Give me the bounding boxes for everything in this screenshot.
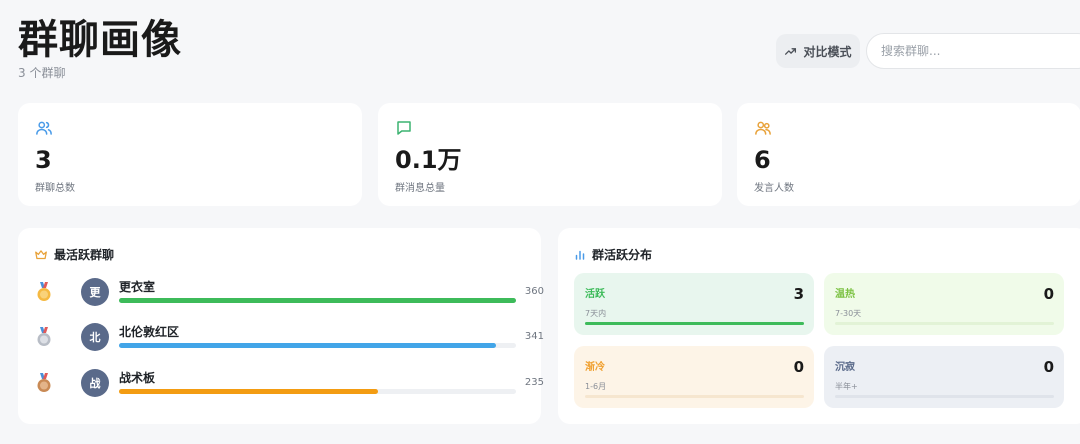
- medal-gold-icon: [37, 282, 51, 301]
- medal-bronze-icon: [37, 373, 51, 392]
- bar-chart-icon: [575, 250, 585, 260]
- medal-silver-icon: [37, 327, 51, 346]
- group-name: 更衣室: [119, 280, 156, 294]
- stat-value: 6: [754, 146, 771, 174]
- activity-bar-fill: [119, 298, 516, 303]
- dist-card-cooling[interactable]: 渐冷 1-6月 0: [574, 346, 814, 408]
- ranking-row[interactable]: 北 北伦敦红区 341: [36, 323, 544, 353]
- most-active-panel: 最活跃群聊 更 更衣室 360 北 北伦敦红区 341 战 战术板 235: [18, 228, 544, 424]
- trending-up-icon: [785, 47, 797, 55]
- stat-card-speakers: 6 发言人数: [737, 103, 1080, 206]
- activity-bar-track: [119, 389, 516, 394]
- dist-range: 7-30天: [835, 309, 862, 318]
- page-header: 群聊画像 3 个群聊: [18, 14, 182, 81]
- dist-label: 沉寂: [835, 362, 855, 373]
- group-name: 北伦敦红区: [119, 325, 180, 339]
- panel-title: 群活跃分布: [574, 246, 652, 263]
- panel-title-text: 最活跃群聊: [54, 248, 115, 262]
- dist-count: 0: [793, 358, 804, 376]
- stat-card-groups: 3 群聊总数: [18, 103, 362, 206]
- dist-bar-fill: [585, 322, 804, 325]
- page-subtitle: 3 个群聊: [18, 66, 66, 80]
- dist-bar: [585, 322, 804, 325]
- search-input[interactable]: [866, 33, 1080, 69]
- activity-bar-track: [119, 343, 516, 348]
- stat-card-messages: 0.1万 群消息总量: [378, 103, 722, 206]
- panel-title-text: 群活跃分布: [592, 248, 653, 262]
- dist-card-dormant[interactable]: 沉寂 半年+ 0: [824, 346, 1064, 408]
- message-icon: [397, 121, 411, 135]
- message-count: 341: [524, 331, 544, 342]
- dist-count: 0: [1043, 285, 1054, 303]
- avatar: 更: [81, 278, 109, 306]
- activity-bar-fill: [119, 343, 497, 348]
- dist-bar: [835, 322, 1054, 325]
- dist-bar: [835, 395, 1054, 398]
- dist-label: 渐冷: [585, 362, 605, 373]
- activity-distribution-panel: 群活跃分布 活跃 7天内 3 温热 7-30天 0 渐冷 1-6月 0 沉寂 半…: [558, 228, 1080, 424]
- avatar: 北: [81, 323, 109, 351]
- dist-label: 活跃: [585, 289, 605, 300]
- ranking-row[interactable]: 更 更衣室 360: [36, 278, 544, 308]
- panel-title: 最活跃群聊: [34, 246, 114, 263]
- ranking-row[interactable]: 战 战术板 235: [36, 369, 544, 399]
- dist-card-warm[interactable]: 温热 7-30天 0: [824, 273, 1064, 335]
- stat-value: 3: [35, 146, 52, 174]
- dist-count: 3: [793, 285, 804, 303]
- dist-range: 半年+: [835, 382, 858, 391]
- stat-label: 群聊总数: [35, 183, 75, 194]
- compare-mode-label: 对比模式: [803, 44, 852, 59]
- stat-label: 发言人数: [754, 183, 794, 194]
- dist-range: 7天内: [585, 309, 607, 318]
- users-icon: [36, 121, 52, 135]
- activity-bar-fill: [119, 389, 379, 394]
- dist-range: 1-6月: [585, 382, 607, 391]
- crown-icon: [35, 249, 47, 259]
- dist-count: 0: [1043, 358, 1054, 376]
- avatar: 战: [81, 369, 109, 397]
- page-title: 群聊画像: [18, 17, 182, 63]
- message-count: 360: [524, 286, 544, 297]
- dist-card-active[interactable]: 活跃 7天内 3: [574, 273, 814, 335]
- speakers-icon: [755, 121, 771, 135]
- activity-bar-track: [119, 298, 516, 303]
- stat-value: 0.1万: [395, 146, 462, 174]
- dist-bar: [585, 395, 804, 398]
- message-count: 235: [524, 377, 544, 388]
- stat-label: 群消息总量: [395, 183, 445, 194]
- dist-label: 温热: [835, 289, 855, 300]
- group-name: 战术板: [119, 371, 156, 385]
- compare-mode-button[interactable]: 对比模式: [776, 34, 860, 68]
